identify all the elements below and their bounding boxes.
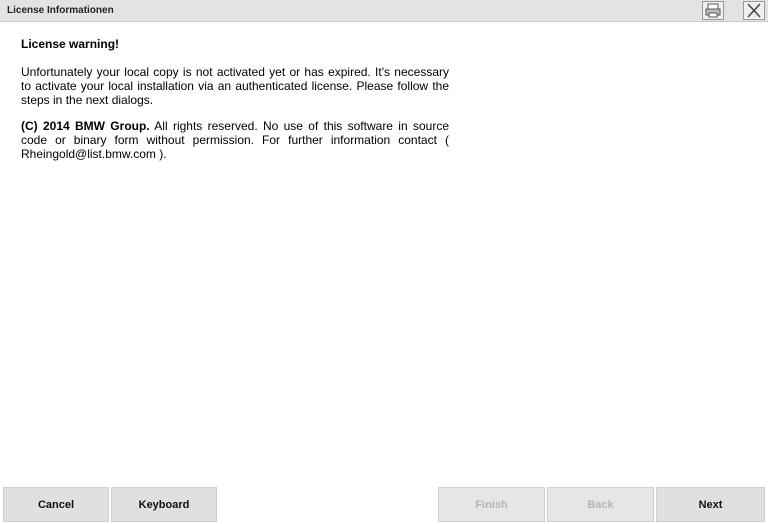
close-icon: [747, 3, 761, 18]
next-button[interactable]: Next: [656, 487, 765, 522]
cancel-button[interactable]: Cancel: [3, 487, 109, 522]
title-bar: License Informationen: [0, 0, 768, 22]
print-button[interactable]: [702, 1, 724, 20]
printer-icon: [705, 3, 721, 18]
warning-heading: License warning!: [21, 37, 120, 51]
copyright-owner: (C) 2014 BMW Group.: [21, 119, 150, 133]
window-title: License Informationen: [7, 5, 114, 16]
keyboard-button[interactable]: Keyboard: [111, 487, 217, 522]
finish-button[interactable]: Finish: [438, 487, 545, 522]
activation-paragraph: Unfortunately your local copy is not act…: [21, 65, 449, 107]
button-bar: Cancel Keyboard Finish Back Next: [0, 485, 768, 524]
copyright-paragraph: (C) 2014 BMW Group. All rights reserved.…: [21, 119, 449, 161]
close-button[interactable]: [743, 1, 765, 20]
license-message: License warning! Unfortunately your loca…: [21, 37, 449, 173]
back-button[interactable]: Back: [547, 487, 654, 522]
